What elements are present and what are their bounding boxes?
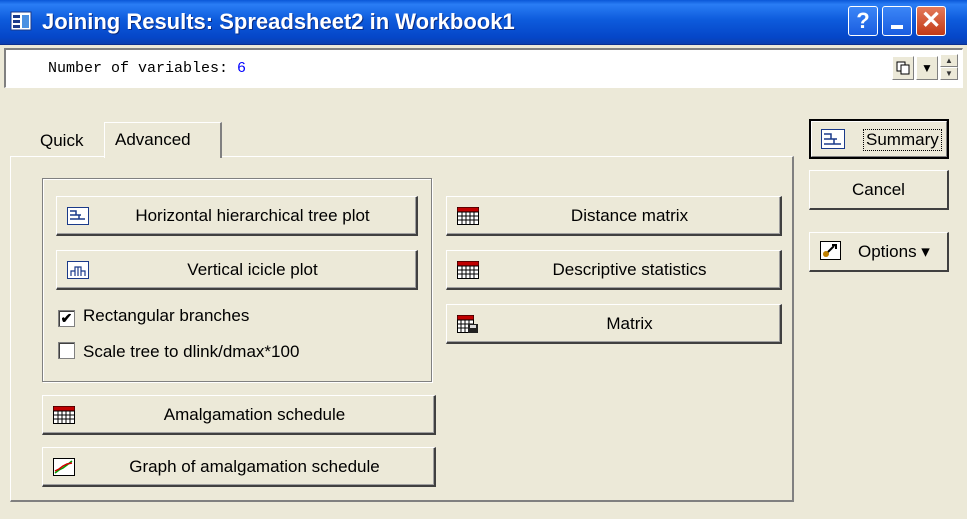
tree-plot-icon: [67, 207, 89, 225]
amalgamation-schedule-button[interactable]: Amalgamation schedule: [42, 395, 436, 435]
info-bar: Number of variables: 6 ▼ ▲ ▼: [4, 48, 963, 88]
table-grid-icon: [53, 406, 75, 424]
icicle-plot-icon: [67, 261, 89, 279]
variables-count-text: Number of variables: 6: [48, 60, 246, 77]
tab-quick[interactable]: Quick: [30, 124, 100, 160]
expand-button[interactable]: ▼: [916, 56, 938, 80]
help-icon: ?: [856, 8, 870, 33]
tab-advanced[interactable]: Advanced: [104, 122, 222, 158]
rectangular-branches-label: Rectangular branches: [83, 306, 250, 325]
distance-matrix-label: Distance matrix: [570, 206, 689, 225]
descriptive-statistics-button[interactable]: Descriptive statistics: [446, 250, 782, 290]
graph-amalgamation-button[interactable]: Graph of amalgamation schedule: [42, 447, 436, 487]
vertical-icicle-plot-label: Vertical icicle plot: [187, 260, 318, 279]
table-grid-icon: [457, 207, 479, 225]
checkbox-checked-icon: ✔: [58, 310, 75, 327]
window-title: Joining Results: Spreadsheet2 in Workboo…: [42, 9, 515, 34]
close-button[interactable]: ✕: [916, 6, 946, 36]
title-bar: Joining Results: Spreadsheet2 in Workboo…: [0, 0, 967, 45]
variables-count-value: 6: [237, 60, 247, 77]
spin-up-icon[interactable]: ▲: [940, 54, 958, 67]
options-icon: [820, 241, 841, 260]
summary-label: Summary: [863, 129, 942, 151]
close-icon: ✕: [920, 7, 942, 34]
matrix-save-icon: [457, 315, 478, 333]
options-button[interactable]: Options ▾: [809, 232, 949, 272]
horizontal-tree-plot-label: Horizontal hierarchical tree plot: [135, 206, 370, 225]
summary-button[interactable]: Summary: [809, 119, 949, 159]
matrix-label: Matrix: [606, 314, 653, 333]
horizontal-tree-plot-button[interactable]: Horizontal hierarchical tree plot: [56, 196, 418, 236]
copy-button[interactable]: [892, 56, 914, 80]
spin-down-icon[interactable]: ▼: [940, 67, 958, 80]
options-label: Options ▾: [858, 242, 930, 261]
distance-matrix-button[interactable]: Distance matrix: [446, 196, 782, 236]
graph-amalgamation-label: Graph of amalgamation schedule: [129, 457, 380, 476]
matrix-button[interactable]: Matrix: [446, 304, 782, 344]
window-app-icon: [10, 11, 32, 31]
help-button[interactable]: ?: [848, 6, 878, 36]
minimize-icon: [891, 25, 903, 29]
minimize-button[interactable]: [882, 6, 912, 36]
chevron-down-icon: ▼: [921, 61, 933, 75]
summary-icon: [821, 129, 845, 149]
cancel-label: Cancel: [852, 180, 905, 199]
cancel-button[interactable]: Cancel: [809, 170, 949, 210]
scale-tree-label: Scale tree to dlink/dmax*100: [83, 342, 300, 361]
rectangular-branches-checkbox[interactable]: ✔ Rectangular branches: [58, 306, 249, 327]
vertical-icicle-plot-button[interactable]: Vertical icicle plot: [56, 250, 418, 290]
variables-count-label: Number of variables:: [48, 60, 229, 77]
scale-tree-checkbox[interactable]: Scale tree to dlink/dmax*100: [58, 342, 299, 362]
copy-icon: [896, 61, 910, 75]
line-graph-icon: [53, 458, 75, 476]
descriptive-statistics-label: Descriptive statistics: [552, 260, 707, 279]
table-grid-icon: [457, 261, 479, 279]
amalgamation-schedule-label: Amalgamation schedule: [163, 405, 346, 424]
checkbox-unchecked-icon: [58, 342, 75, 359]
scroll-spinner[interactable]: ▲ ▼: [940, 54, 958, 82]
